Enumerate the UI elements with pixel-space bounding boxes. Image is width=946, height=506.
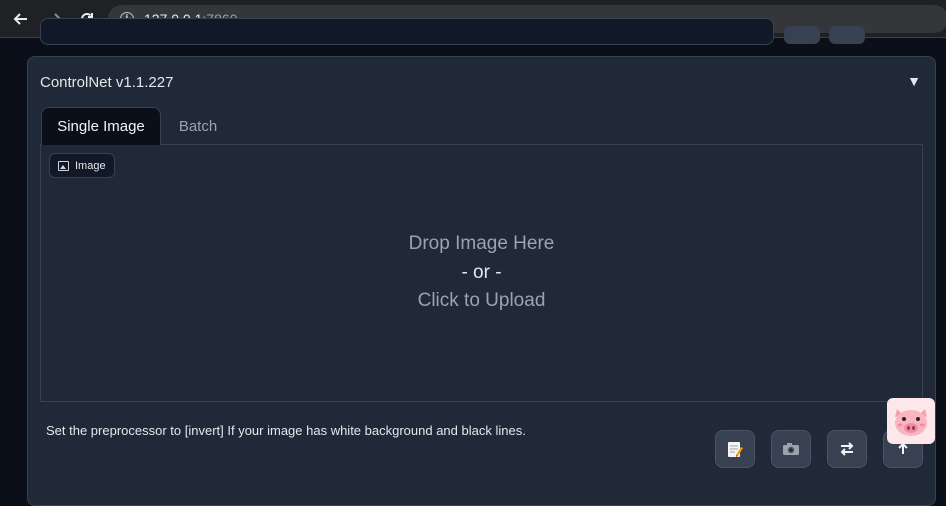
tab-single-image[interactable]: Single Image bbox=[41, 107, 161, 145]
accordion-title[interactable]: ControlNet v1.1.227 bbox=[40, 74, 173, 91]
previous-input-field[interactable] bbox=[40, 18, 774, 45]
tab-batch[interactable]: Batch bbox=[168, 107, 228, 145]
page: ControlNet v1.1.227 ▼ Single Image Batch… bbox=[0, 18, 946, 506]
edit-button[interactable] bbox=[715, 430, 755, 468]
back-button[interactable] bbox=[8, 6, 34, 32]
image-label: Image bbox=[49, 153, 115, 178]
upload-arrow-icon bbox=[898, 442, 908, 454]
pig-overlay[interactable] bbox=[887, 398, 935, 444]
drop-or-text: - or - bbox=[461, 262, 502, 283]
camera-button[interactable] bbox=[771, 430, 811, 468]
edit-note-icon bbox=[728, 442, 743, 457]
previous-button-2[interactable] bbox=[829, 26, 865, 44]
swap-button[interactable] bbox=[827, 430, 867, 468]
camera-icon bbox=[783, 443, 799, 455]
pig-face-icon bbox=[895, 409, 927, 436]
back-arrow-icon bbox=[13, 13, 27, 25]
drop-image-text: Drop Image Here bbox=[408, 233, 555, 254]
controlnet-accordion: ControlNet v1.1.227 ▼ Single Image Batch… bbox=[27, 56, 936, 506]
invert-hint-text: Set the preprocessor to [invert] If your… bbox=[46, 423, 526, 438]
previous-button-1[interactable] bbox=[784, 26, 820, 44]
collapse-triangle-icon[interactable]: ▼ bbox=[907, 73, 921, 89]
swap-arrows-icon bbox=[840, 442, 854, 456]
click-upload-text: Click to Upload bbox=[417, 290, 546, 311]
image-icon bbox=[58, 160, 69, 171]
image-drop-zone[interactable]: Image Drop Image Here - or - Click to Up… bbox=[40, 144, 923, 402]
image-label-text: Image bbox=[75, 159, 106, 172]
